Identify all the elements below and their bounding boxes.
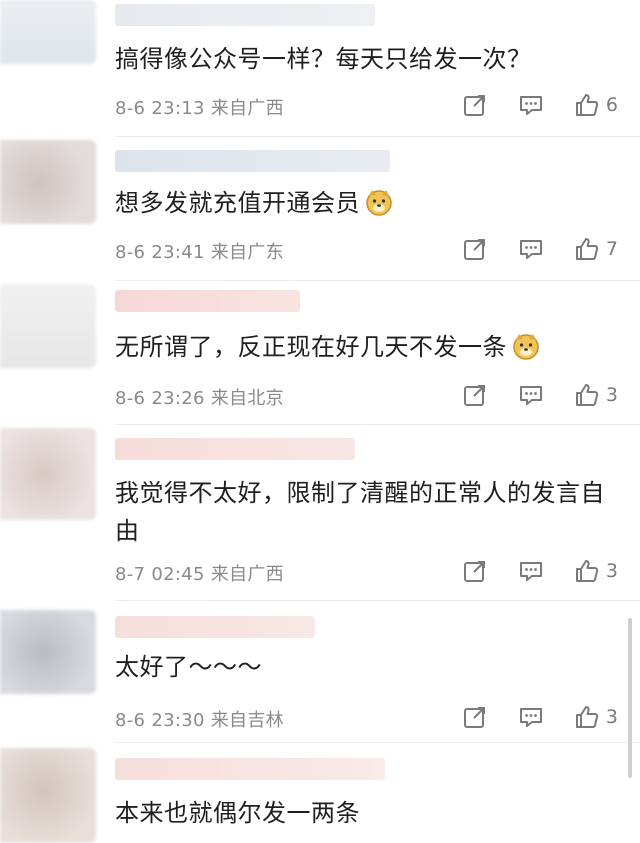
comment-feed: 搞得像公众号一样？每天只给发一次？ 8-6 23:13 来自广西 6 想多发就充…	[0, 0, 640, 843]
username-blurred[interactable]	[115, 616, 315, 638]
comment-icon[interactable]	[518, 236, 544, 262]
divider	[115, 280, 640, 281]
comment-text: 搞得像公众号一样？每天只给发一次？	[115, 45, 532, 73]
comment-text-content: 想多发就充值开通会员	[115, 189, 360, 217]
comment-icon[interactable]	[518, 382, 544, 408]
share-icon[interactable]	[462, 382, 488, 408]
like-button[interactable]: 7	[574, 236, 618, 262]
scrollbar[interactable]	[628, 618, 632, 778]
thumbs-up-icon[interactable]	[574, 704, 600, 730]
divider	[115, 136, 640, 137]
divider	[115, 742, 640, 743]
username-blurred[interactable]	[115, 438, 355, 460]
comment-text: 想多发就充值开通会员	[115, 184, 615, 222]
comment-icon[interactable]	[518, 558, 544, 584]
comment-meta: 8-6 23:41 来自广东	[115, 242, 284, 263]
comment-actions: 6	[432, 92, 618, 118]
thumbs-up-icon[interactable]	[574, 382, 600, 408]
username-blurred[interactable]	[115, 290, 300, 312]
share-icon[interactable]	[462, 92, 488, 118]
comment-text: 无所谓了，反正现在好几天不发一条	[115, 328, 615, 366]
like-button[interactable]: 3	[574, 558, 618, 584]
comment-icon[interactable]	[518, 704, 544, 730]
like-button[interactable]: 3	[574, 704, 618, 730]
comment-meta: 8-6 23:26 来自北京	[115, 388, 284, 409]
comment-text-content: 无所谓了，反正现在好几天不发一条	[115, 333, 507, 361]
like-button[interactable]: 6	[574, 92, 618, 118]
share-icon[interactable]	[462, 558, 488, 584]
thumbs-up-icon[interactable]	[574, 236, 600, 262]
doge-emoji	[513, 334, 539, 360]
comment-text: 太好了～～～	[115, 653, 262, 681]
share-icon[interactable]	[462, 236, 488, 262]
thumbs-up-icon[interactable]	[574, 92, 600, 118]
comment-meta: 8-6 23:13 来自广西	[115, 98, 284, 119]
like-count: 6	[605, 94, 618, 116]
like-count: 3	[605, 706, 618, 728]
avatar[interactable]	[0, 748, 96, 843]
comment-actions: 3	[432, 382, 618, 408]
avatar[interactable]	[0, 0, 96, 64]
comment-text: 本来也就偶尔发一两条	[115, 799, 360, 827]
comment-actions: 7	[432, 236, 618, 262]
like-button[interactable]: 3	[574, 382, 618, 408]
comment-text: 我觉得不太好，限制了清醒的正常人的发言自由	[115, 479, 605, 545]
divider	[115, 424, 640, 425]
comment-meta: 8-7 02:45 来自广西	[115, 564, 284, 585]
username-blurred[interactable]	[115, 4, 375, 26]
comment-meta: 8-6 23:30 来自吉林	[115, 710, 284, 731]
comment-actions: 3	[432, 704, 618, 730]
avatar[interactable]	[0, 610, 96, 694]
username-blurred[interactable]	[115, 758, 385, 780]
avatar[interactable]	[0, 140, 96, 224]
comment-actions: 3	[432, 558, 618, 584]
like-count: 3	[605, 384, 618, 406]
like-count: 7	[605, 238, 618, 260]
avatar[interactable]	[0, 284, 96, 368]
thumbs-up-icon[interactable]	[574, 558, 600, 584]
avatar[interactable]	[0, 428, 96, 520]
share-icon[interactable]	[462, 704, 488, 730]
like-count: 3	[605, 560, 618, 582]
doge-emoji	[366, 190, 392, 216]
username-blurred[interactable]	[115, 150, 390, 172]
divider	[115, 600, 640, 601]
comment-icon[interactable]	[518, 92, 544, 118]
